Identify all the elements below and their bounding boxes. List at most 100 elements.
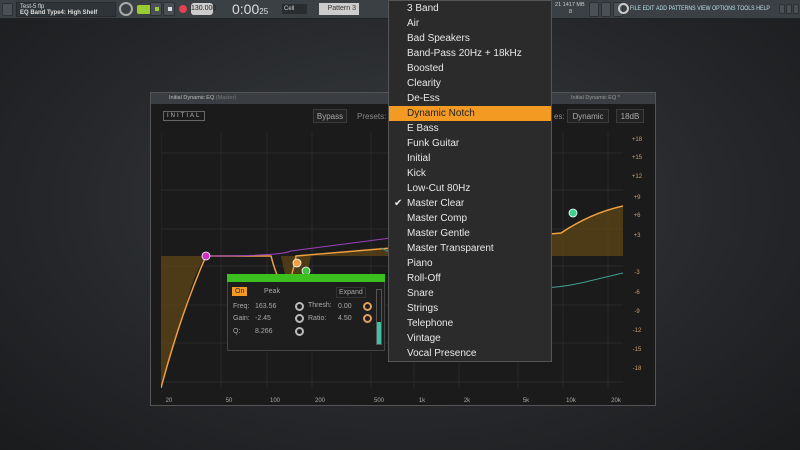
freq-label: 5k xyxy=(522,398,530,404)
preset-item[interactable]: Band-Pass 20Hz + 18kHz xyxy=(389,46,551,61)
db-label: -18 xyxy=(632,366,642,372)
bypass-button[interactable]: Bypass xyxy=(313,109,347,123)
freq-label: 1k xyxy=(418,398,426,404)
master-volume-knob[interactable] xyxy=(119,2,133,16)
preset-item[interactable]: Bad Speakers xyxy=(389,31,551,46)
preset-label: Telephone xyxy=(407,318,454,329)
band-type-select[interactable]: Peak xyxy=(264,288,280,295)
db-label: -9 xyxy=(634,309,640,315)
band-header[interactable] xyxy=(227,274,385,282)
mode-select[interactable]: Dynamic xyxy=(567,109,609,123)
time-sub: 25 xyxy=(259,7,269,16)
preset-item[interactable]: 3 Band xyxy=(389,1,551,16)
menu-options[interactable]: OPTIONS xyxy=(712,5,735,12)
freq-label: 50 xyxy=(225,398,233,404)
band-node-4[interactable] xyxy=(568,208,578,218)
cpu-meter: 21 1417 MB 8 xyxy=(555,2,585,16)
menu-file[interactable]: FILE xyxy=(630,5,641,12)
preset-label: E Bass xyxy=(407,123,439,134)
preset-item[interactable]: Kick xyxy=(389,166,551,181)
freq-value[interactable]: 163.56 xyxy=(255,303,276,310)
thresh-value[interactable]: 0.00 xyxy=(338,303,352,310)
preset-label: Band-Pass 20Hz + 18kHz xyxy=(407,48,522,59)
preset-item[interactable]: De-Ess xyxy=(389,91,551,106)
menu-view[interactable]: VIEW xyxy=(697,5,710,12)
preset-item[interactable]: Air xyxy=(389,16,551,31)
q-knob[interactable] xyxy=(295,327,304,336)
gain-value[interactable]: -2.45 xyxy=(255,315,271,322)
pattern-select[interactable]: Pattern 3 xyxy=(319,3,359,15)
close-button[interactable] xyxy=(793,4,799,14)
preset-label: Funk Guitar xyxy=(407,138,460,149)
preset-label: De-Ess xyxy=(407,93,440,104)
preset-item[interactable]: Boosted xyxy=(389,61,551,76)
minimize-button[interactable] xyxy=(779,4,785,14)
q-label: Q: xyxy=(233,328,241,335)
preset-label: Kick xyxy=(407,168,426,179)
gain-knob[interactable] xyxy=(295,314,304,323)
ratio-knob[interactable] xyxy=(363,314,372,323)
record-button[interactable] xyxy=(179,5,187,13)
preset-label: 3 Band xyxy=(407,3,439,14)
snap-select[interactable]: Cell xyxy=(282,4,307,14)
expand-toggle[interactable]: Expand xyxy=(336,287,366,298)
play-button[interactable] xyxy=(150,2,162,16)
thresh-knob[interactable] xyxy=(363,302,372,311)
menu-icon[interactable] xyxy=(2,3,13,16)
menu-edit[interactable]: EDIT xyxy=(643,5,655,12)
band-node-1[interactable] xyxy=(201,251,211,261)
preset-item[interactable]: Dynamic Notch xyxy=(389,106,551,121)
preset-item[interactable]: Initial xyxy=(389,151,551,166)
q-value[interactable]: 8.266 xyxy=(255,328,273,335)
window-title-suffix: (Master) xyxy=(215,95,237,101)
freq-label: 500 xyxy=(373,398,385,404)
preset-label: Dynamic Notch xyxy=(407,108,475,119)
preset-item[interactable]: Piano xyxy=(389,256,551,271)
time-display: 0:0025 xyxy=(232,1,268,17)
freq-label: 100 xyxy=(269,398,281,404)
playlist-icon[interactable] xyxy=(589,2,599,17)
range-select[interactable]: 18dB xyxy=(616,109,644,123)
refresh-icon[interactable] xyxy=(618,3,629,14)
freq-label: Freq: xyxy=(233,303,250,310)
preset-label: Boosted xyxy=(407,63,444,74)
preset-item[interactable]: Vintage xyxy=(389,331,551,346)
ratio-value[interactable]: 4.50 xyxy=(338,315,352,322)
db-label: +18 xyxy=(631,137,643,143)
presets-label: Presets: xyxy=(357,112,387,121)
maximize-button[interactable] xyxy=(786,4,792,14)
preset-item[interactable]: Roll-Off xyxy=(389,271,551,286)
preset-item[interactable]: Master Transparent xyxy=(389,241,551,256)
preset-label: Strings xyxy=(407,303,439,314)
poly-value: 8 xyxy=(569,9,573,15)
preset-label: Piano xyxy=(407,258,433,269)
logo: INITIAL xyxy=(163,111,206,121)
menu-patterns[interactable]: PATTERNS xyxy=(669,5,696,12)
preset-label: Vocal Presence xyxy=(407,348,477,359)
menu-add[interactable]: ADD xyxy=(656,5,667,12)
mixer-icon[interactable] xyxy=(601,2,611,17)
preset-item[interactable]: Master Gentle xyxy=(389,226,551,241)
preset-item[interactable]: ✔ Master Clear xyxy=(389,196,551,211)
preset-item[interactable]: Telephone xyxy=(389,316,551,331)
preset-item[interactable]: Funk Guitar xyxy=(389,136,551,151)
preset-item[interactable]: Master Comp xyxy=(389,211,551,226)
on-toggle[interactable]: On xyxy=(232,287,248,296)
menu-tools[interactable]: TOOLS xyxy=(737,5,755,12)
gain-label: Gain: xyxy=(233,315,250,322)
freq-label: 200 xyxy=(314,398,326,404)
preset-item[interactable]: Strings xyxy=(389,301,551,316)
freq-knob[interactable] xyxy=(295,302,304,311)
preset-item[interactable]: Clearity xyxy=(389,76,551,91)
preset-item[interactable]: Vocal Presence xyxy=(389,346,551,361)
menu-help[interactable]: HELP xyxy=(756,5,770,12)
preset-item[interactable]: Low-Cut 80Hz xyxy=(389,181,551,196)
preset-label: Master Clear xyxy=(407,198,465,209)
tempo-display[interactable]: 130.000 xyxy=(191,3,216,15)
song-mode-toggle[interactable] xyxy=(137,5,151,14)
band-node-2[interactable] xyxy=(292,258,302,268)
preset-item[interactable]: Snare xyxy=(389,286,551,301)
preset-item[interactable]: E Bass xyxy=(389,121,551,136)
db-label: +15 xyxy=(631,155,643,161)
stop-button[interactable] xyxy=(163,2,175,16)
